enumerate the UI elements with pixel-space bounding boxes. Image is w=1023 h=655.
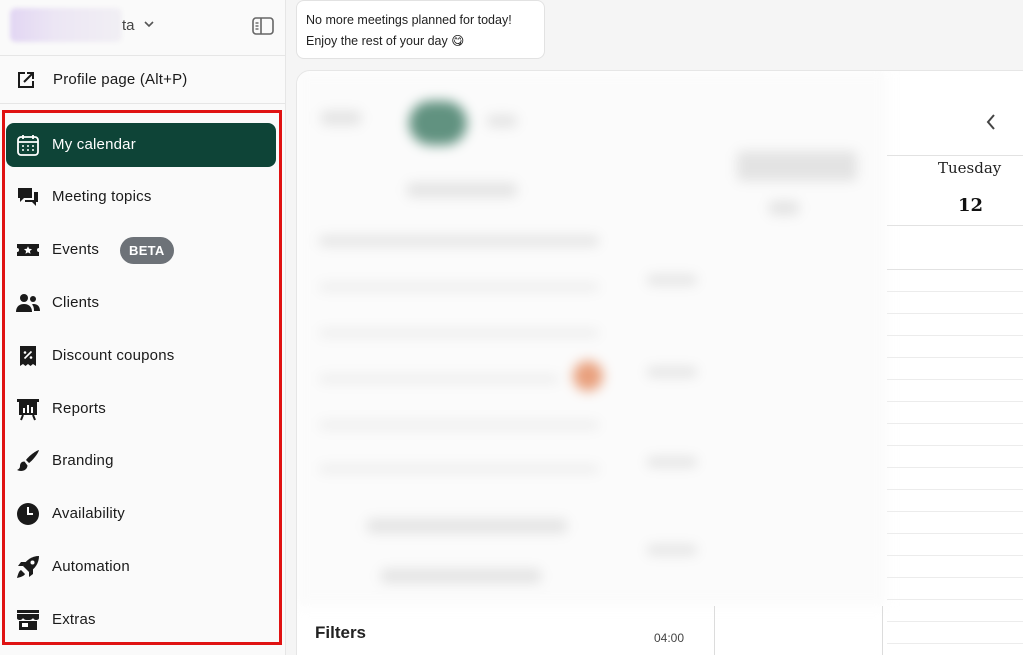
notification-line-2: Enjoy the rest of your day 😋	[306, 34, 465, 48]
account-name-suffix: ta	[122, 17, 135, 34]
notification-line-1: No more meetings planned for today!	[306, 13, 512, 27]
time-label: 04:00	[654, 631, 685, 645]
nav-label: Clients	[52, 294, 100, 311]
chat-bubbles-icon	[18, 188, 38, 206]
storefront-icon	[17, 610, 39, 630]
nav-item-branding[interactable]: Branding	[6, 439, 276, 483]
nav-label: My calendar	[52, 136, 136, 153]
nav-item-availability[interactable]: Availability	[6, 492, 276, 536]
nav-label: Reports	[52, 400, 106, 417]
account-name-blurred	[10, 8, 122, 42]
filters-heading[interactable]: Filters	[315, 623, 366, 643]
nav-item-extras[interactable]: Extras	[6, 598, 276, 642]
nav-item-reports[interactable]: Reports	[6, 387, 276, 431]
paint-brush-icon	[17, 450, 39, 471]
nav-item-automation[interactable]: Automation	[6, 545, 276, 589]
day-column-divider	[882, 606, 883, 655]
nav-item-my-calendar[interactable]: My calendar	[6, 123, 276, 167]
sidebar: ta Profile page (Alt+P) My calendar Meet…	[0, 0, 286, 655]
sidebar-collapse-icon[interactable]	[251, 15, 275, 37]
nav-label: Meeting topics	[52, 188, 152, 205]
chevron-down-icon[interactable]	[143, 17, 155, 31]
day-column-number[interactable]: 12	[958, 195, 983, 216]
presentation-chart-icon	[17, 399, 39, 421]
day-column-name: Tuesday	[938, 159, 1002, 177]
nav-item-meeting-topics[interactable]: Meeting topics	[6, 175, 276, 219]
account-switcher[interactable]: ta	[0, 0, 286, 56]
time-gutter-divider	[714, 606, 715, 655]
profile-page-link[interactable]: Profile page (Alt+P)	[0, 57, 286, 104]
ticket-star-icon	[17, 244, 39, 256]
external-link-icon	[18, 72, 34, 88]
nav-label: Discount coupons	[52, 347, 175, 364]
blurred-mini-calendar-panel	[297, 71, 887, 606]
nav-label: Extras	[52, 611, 96, 628]
rocket-icon	[17, 556, 39, 578]
time-grid[interactable]	[887, 225, 1023, 655]
nav-item-events[interactable]: Events BETA	[6, 228, 276, 272]
clock-icon	[17, 503, 39, 525]
nav-label: Availability	[52, 505, 125, 522]
people-icon	[16, 294, 40, 312]
calendar-icon	[17, 135, 39, 156]
blurred-today-marker	[573, 361, 603, 391]
nav-label: Branding	[52, 452, 114, 469]
nav-item-discount-coupons[interactable]: Discount coupons	[6, 334, 276, 378]
calendar-card: Tuesday 12 Filters 04:00	[296, 70, 1023, 655]
blurred-toggle	[409, 101, 467, 145]
nav-label: Automation	[52, 558, 130, 575]
profile-page-label: Profile page (Alt+P)	[53, 71, 188, 88]
nav-label: Events	[52, 241, 100, 258]
notification-toast: No more meetings planned for today! Enjo…	[296, 0, 545, 59]
coupon-icon	[20, 346, 36, 366]
day-header-top-border	[887, 155, 1023, 156]
beta-badge: BETA	[120, 237, 174, 264]
nav-item-clients[interactable]: Clients	[6, 281, 276, 325]
chevron-left-icon[interactable]	[982, 111, 1000, 133]
